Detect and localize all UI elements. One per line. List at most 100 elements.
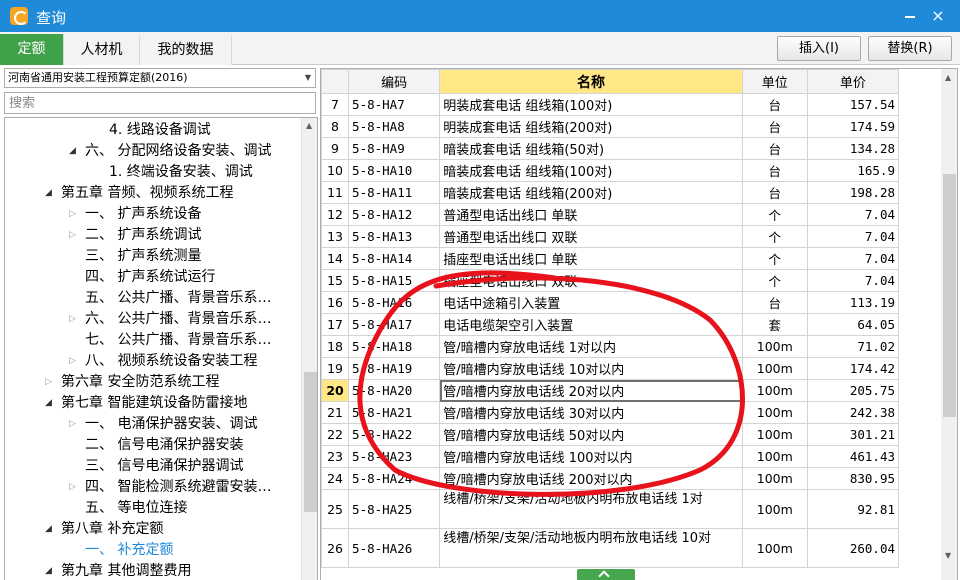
table-row[interactable]: 24 5-8-HA24 管/暗槽内穿放电话线 200对以内 100m 830.95 xyxy=(321,467,900,490)
cell-price[interactable]: 174.42 xyxy=(806,357,900,380)
cell-name[interactable]: 管/暗槽内穿放电话线 100对以内 xyxy=(439,445,743,468)
cell-price[interactable]: 301.21 xyxy=(806,423,900,446)
cell-code[interactable]: 5-8-HA14 xyxy=(348,247,441,270)
table-row[interactable]: 17 5-8-HA17 电话电缆架空引入装置套 64.05 xyxy=(321,313,900,336)
cell-price[interactable]: 830.95 xyxy=(806,467,900,490)
panel-collapse-toggle[interactable] xyxy=(577,569,635,580)
grid-scrollbar-thumb[interactable] xyxy=(943,174,956,417)
cell-unit[interactable]: 100m xyxy=(741,401,808,424)
table-row[interactable]: 21 5-8-HA21 管/暗槽内穿放电话线 30对以内 100m 242.38 xyxy=(321,401,900,424)
tree-collapsed-icon[interactable]: ▷ xyxy=(69,225,76,246)
cell-unit[interactable]: 个 xyxy=(741,247,808,270)
grid-scrollbar[interactable]: ▲ ▼ xyxy=(941,69,957,580)
table-row[interactable]: 9 5-8-HA9 暗装成套电话 组线箱(50对) 台 134.28 xyxy=(321,137,900,160)
cell-price[interactable]: 7.04 xyxy=(806,247,900,270)
tree-scrollbar-thumb[interactable] xyxy=(304,372,317,512)
search-input[interactable] xyxy=(4,92,316,114)
header-code[interactable]: 编码 xyxy=(348,69,441,94)
cell-unit[interactable]: 台 xyxy=(741,93,808,116)
row-number[interactable]: 25 xyxy=(321,489,350,529)
cell-code[interactable]: 5-8-HA21 xyxy=(348,401,441,424)
cell-price[interactable]: 64.05 xyxy=(806,313,900,336)
table-row[interactable]: 8 5-8-HA8 明装成套电话 组线箱(200对) 台 174.59 xyxy=(321,115,900,138)
cell-price[interactable]: 113.19 xyxy=(806,291,900,314)
cell-price[interactable]: 157.54 xyxy=(806,93,900,116)
tree-collapsed-icon[interactable]: ▷ xyxy=(69,414,76,435)
cell-unit[interactable]: 台 xyxy=(741,137,808,160)
cell-code[interactable]: 5-8-HA8 xyxy=(348,115,441,138)
cell-unit[interactable]: 100m xyxy=(741,445,808,468)
tree-collapsed-icon[interactable]: ▷ xyxy=(69,477,76,498)
cell-price[interactable]: 165.9 xyxy=(806,159,900,182)
cell-price[interactable]: 242.38 xyxy=(806,401,900,424)
cell-name[interactable]: 管/暗槽内穿放电话线 200对以内 xyxy=(439,467,743,490)
cell-name[interactable]: 管/暗槽内穿放电话线 50对以内 xyxy=(439,423,743,446)
row-number[interactable]: 23 xyxy=(321,445,350,468)
table-row[interactable]: 20 5-8-HA20 管/暗槽内穿放电话线 20对以内 100m 205.75 xyxy=(321,379,900,402)
tree-expanded-icon[interactable]: ◢ xyxy=(45,183,52,204)
cell-code[interactable]: 5-8-HA15 xyxy=(348,269,441,292)
cell-unit[interactable]: 台 xyxy=(741,159,808,182)
cell-unit[interactable]: 100m xyxy=(741,528,808,568)
tree-collapsed-icon[interactable]: ▷ xyxy=(69,351,76,372)
table-row[interactable]: 11 5-8-HA11 暗装成套电话 组线箱(200对) 台 198.28 xyxy=(321,181,900,204)
cell-name[interactable]: 管/暗槽内穿放电话线 20对以内 xyxy=(439,379,743,402)
cell-unit[interactable]: 个 xyxy=(741,225,808,248)
cell-name[interactable]: 暗装成套电话 组线箱(200对) xyxy=(439,181,743,204)
row-number[interactable]: 12 xyxy=(321,203,350,226)
cell-name[interactable]: 电话中途箱引入装置 xyxy=(439,291,743,314)
cell-code[interactable]: 5-8-HA13 xyxy=(348,225,441,248)
row-number[interactable]: 17 xyxy=(321,313,350,336)
minimize-button[interactable] xyxy=(900,6,920,26)
cell-price[interactable]: 71.02 xyxy=(806,335,900,358)
cell-name[interactable]: 明装成套电话 组线箱(200对) xyxy=(439,115,743,138)
cell-unit[interactable]: 套 xyxy=(741,313,808,336)
tree-collapsed-icon[interactable]: ▷ xyxy=(45,372,52,393)
cell-unit[interactable]: 台 xyxy=(741,291,808,314)
close-button[interactable]: × xyxy=(928,6,948,26)
cell-price[interactable]: 461.43 xyxy=(806,445,900,468)
row-number[interactable]: 13 xyxy=(321,225,350,248)
cell-name[interactable]: 管/暗槽内穿放电话线 30对以内 xyxy=(439,401,743,424)
cell-code[interactable]: 5-8-HA7 xyxy=(348,93,441,116)
cell-name[interactable]: 电话电缆架空引入装置 xyxy=(439,313,743,336)
cell-code[interactable]: 5-8-HA20 xyxy=(348,379,441,402)
row-number[interactable]: 15 xyxy=(321,269,350,292)
cell-price[interactable]: 174.59 xyxy=(806,115,900,138)
chevron-down-icon[interactable]: ▼ xyxy=(305,69,311,87)
row-number[interactable]: 21 xyxy=(321,401,350,424)
tree-collapsed-icon[interactable]: ▷ xyxy=(69,204,76,225)
cell-name[interactable]: 管/暗槽内穿放电话线 10对以内 xyxy=(439,357,743,380)
row-number[interactable]: 9 xyxy=(321,137,350,160)
row-number[interactable]: 11 xyxy=(321,181,350,204)
insert-button[interactable]: 插入(I) xyxy=(777,36,861,61)
table-row[interactable]: 16 5-8-HA16 电话中途箱引入装置台 113.19 xyxy=(321,291,900,314)
tree-expanded-icon[interactable]: ◢ xyxy=(45,393,52,414)
cell-name[interactable]: 线槽/桥架/支架/活动地板内明布放电话线 10对 xyxy=(439,528,743,568)
scroll-up-arrow-icon[interactable]: ▲ xyxy=(306,121,312,130)
cell-name[interactable]: 明装成套电话 组线箱(100对) xyxy=(439,93,743,116)
header-name[interactable]: 名称 xyxy=(439,69,743,94)
cell-unit[interactable]: 100m xyxy=(741,357,808,380)
cell-unit[interactable]: 个 xyxy=(741,203,808,226)
cell-code[interactable]: 5-8-HA11 xyxy=(348,181,441,204)
row-number[interactable]: 19 xyxy=(321,357,350,380)
replace-button[interactable]: 替换(R) xyxy=(868,36,952,61)
row-number[interactable]: 14 xyxy=(321,247,350,270)
cell-code[interactable]: 5-8-HA22 xyxy=(348,423,441,446)
cell-unit[interactable]: 100m xyxy=(741,335,808,358)
cell-unit[interactable]: 100m xyxy=(741,467,808,490)
tree-expanded-icon[interactable]: ◢ xyxy=(45,519,52,540)
table-row[interactable]: 7 5-8-HA7 明装成套电话 组线箱(100对) 台 157.54 xyxy=(321,93,900,116)
library-select[interactable]: 河南省通用安装工程预算定额(2016) ▼ xyxy=(4,68,316,88)
cell-name[interactable]: 暗装成套电话 组线箱(50对) xyxy=(439,137,743,160)
row-number[interactable]: 20 xyxy=(321,379,350,402)
cell-code[interactable]: 5-8-HA10 xyxy=(348,159,441,182)
tab-materials[interactable]: 人材机 xyxy=(64,35,140,65)
cell-name[interactable]: 线槽/桥架/支架/活动地板内明布放电话线 1对 xyxy=(439,489,743,529)
tree-expanded-icon[interactable]: ◢ xyxy=(69,141,76,162)
scroll-down-arrow-icon[interactable]: ▼ xyxy=(945,551,951,560)
table-row[interactable]: 13 5-8-HA13 普通型电话出线口 双联个 7.04 xyxy=(321,225,900,248)
tab-quota[interactable]: 定额 xyxy=(0,34,64,65)
cell-code[interactable]: 5-8-HA26 xyxy=(348,528,441,568)
